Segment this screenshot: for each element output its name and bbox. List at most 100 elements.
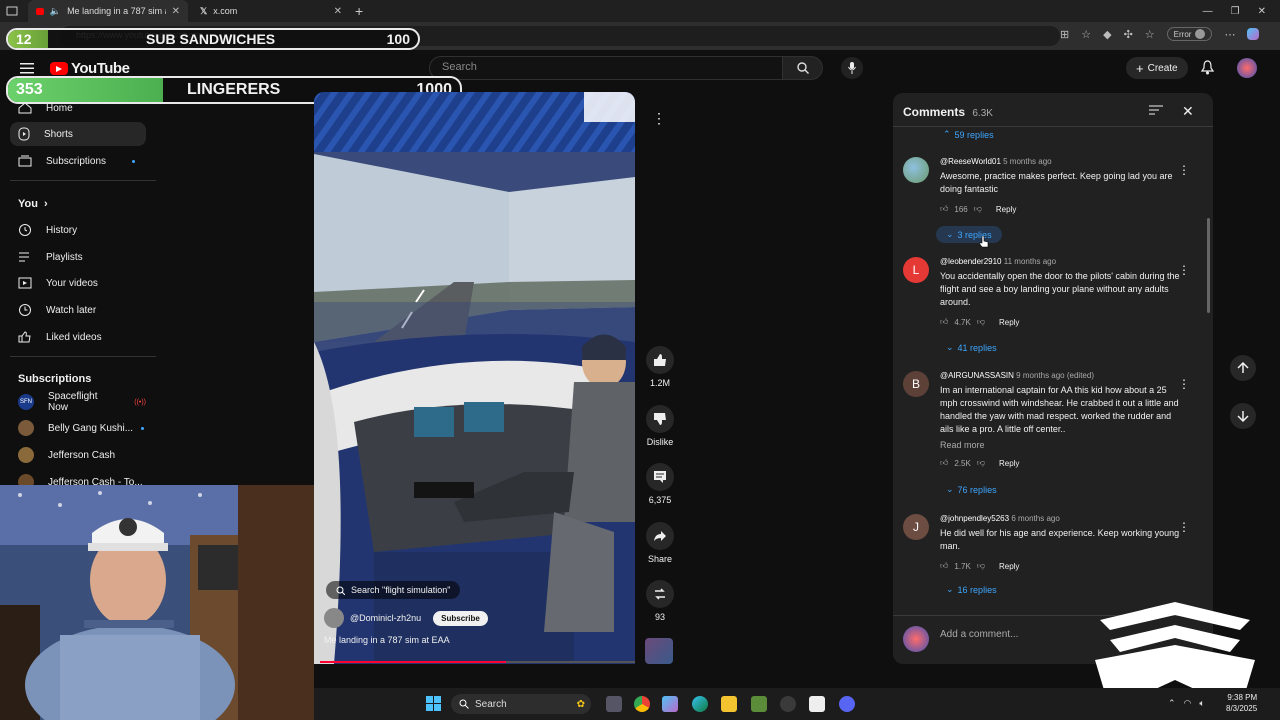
close-icon[interactable]: ✕ [1182,103,1194,120]
sidebar-item-your-videos[interactable]: Your videos [10,271,146,295]
chevron-up-icon[interactable]: ⌃ [1168,698,1176,709]
create-button[interactable]: + Create [1126,57,1188,79]
audio-icon[interactable]: 🔈 [50,6,61,17]
like-comment-icon[interactable]: 👍︎ [940,317,948,327]
sidebar-item-watch-later[interactable]: Watch later [10,298,146,322]
view-replies-button[interactable]: ⌄ 76 replies [946,484,997,495]
comment-menu-icon[interactable]: ⋮ [1178,377,1190,391]
sidebar-you-header[interactable]: You › [18,198,48,210]
add-comment-input[interactable]: Add a comment... [940,629,1018,640]
view-replies-button[interactable]: ⌄ 3 replies [936,226,1002,243]
comment-author[interactable]: @leobender2910 [940,257,1002,266]
comment-avatar[interactable]: L [903,257,929,283]
subscribe-button[interactable]: Subscribe [433,610,488,626]
reply-button[interactable]: Reply [999,562,1019,571]
search-suggestion-chip[interactable]: Search "flight simulation" [326,581,461,599]
wifi-icon[interactable]: ◠ [1184,698,1192,709]
reply-button[interactable]: Reply [996,205,1016,214]
maximize-icon[interactable]: ❐ [1231,6,1240,17]
favorites-icon[interactable]: ☆ [1145,28,1155,41]
tab-actions-icon[interactable] [6,5,18,17]
edge-icon[interactable] [692,696,708,712]
comment-menu-icon[interactable]: ⋮ [1178,263,1190,277]
menu-icon[interactable] [20,62,34,74]
view-replies-button[interactable]: ⌄ 41 replies [946,342,997,353]
app-available-icon[interactable]: ⊞ [1060,28,1069,41]
like-comment-icon[interactable]: 👍︎ [940,561,948,571]
search-input[interactable]: Search [429,56,783,80]
search-button[interactable] [783,56,823,80]
channel-avatar[interactable] [324,608,344,628]
view-replies-button[interactable]: ⌃ 59 replies [943,129,994,140]
remix-button[interactable] [646,580,674,608]
reply-button[interactable]: Reply [999,459,1019,468]
bell-icon[interactable] [1201,60,1214,75]
profile-error-button[interactable]: Error [1166,27,1213,41]
windows-start-icon[interactable] [426,696,441,711]
reply-button[interactable]: Reply [999,318,1019,327]
close-window-icon[interactable]: ✕ [1258,6,1266,17]
dislike-comment-icon[interactable]: 👎︎ [977,458,985,468]
sidebar-item-liked-videos[interactable]: Liked videos [10,325,146,349]
more-icon[interactable]: ⋯ [1224,28,1235,41]
read-more-link[interactable]: Read more [940,440,1185,450]
new-tab-icon[interactable]: + [355,3,363,19]
copilot-taskbar-icon[interactable] [662,696,678,712]
comment-author[interactable]: @johnpendley5263 [940,514,1009,523]
taskbar-clock[interactable]: 9:38 PM 8/3/2025 [1226,692,1257,714]
sidebar-item-shorts[interactable]: Shorts [10,122,146,146]
view-replies-button[interactable]: ⌄ 16 replies [946,584,997,595]
dislike-comment-icon[interactable]: 👎︎ [977,561,985,571]
sort-icon[interactable] [1149,105,1163,115]
comment-avatar[interactable] [903,157,929,183]
tab-youtube[interactable]: 🔈 Me landing in a 787 sim at EAA ✕ [28,0,188,22]
comment-avatar[interactable]: B [903,371,929,397]
extensions-icon[interactable]: ✣ [1124,28,1133,41]
tab-x[interactable]: 𝕏 x.com ✕ [192,0,350,22]
comment-avatar[interactable]: J [903,514,929,540]
youtube-logo[interactable]: YouTube [50,60,130,77]
comment-author[interactable]: @ReeseWorld01 [940,157,1001,166]
share-button[interactable] [646,522,674,550]
sidebar-item-home[interactable]: Home [10,96,146,120]
comment-menu-icon[interactable]: ⋮ [1178,163,1190,177]
like-comment-icon[interactable]: 👍︎ [940,204,948,214]
sidebar-sub-belly-gang[interactable]: Belly Gang Kushi... [10,416,146,440]
comments-scrollbar[interactable] [1207,218,1210,313]
sidebar-item-history[interactable]: History [10,218,146,242]
shorts-video-player[interactable] [314,92,635,664]
task-view-icon[interactable] [606,696,622,712]
sound-thumbnail[interactable] [645,638,673,664]
close-tab-icon[interactable]: ✕ [172,6,180,17]
obs-icon[interactable] [809,696,825,712]
like-comment-icon[interactable]: 👍︎ [940,458,948,468]
close-tab-icon[interactable]: ✕ [334,6,342,17]
extension-icon[interactable]: ◆ [1103,28,1111,41]
comment-author[interactable]: @AIRGUNASSASIN [940,371,1014,380]
volume-icon[interactable]: 🔈︎ [1199,698,1204,709]
copilot-icon[interactable] [1247,28,1260,40]
account-avatar[interactable] [1237,58,1257,78]
chrome-icon[interactable] [634,696,650,712]
dislike-button[interactable] [646,405,674,433]
dislike-comment-icon[interactable]: 👎︎ [977,317,985,327]
discord-icon[interactable] [839,696,855,712]
comments-button[interactable] [646,463,674,491]
sidebar-item-subscriptions[interactable]: Subscriptions [10,149,146,173]
taskbar-search[interactable]: Search ✿ [451,694,591,714]
dislike-comment-icon[interactable]: 👎︎ [974,204,982,214]
sidebar-item-playlists[interactable]: Playlists [10,245,146,269]
favorite-star-icon[interactable]: ☆ [1081,28,1091,41]
comment-menu-icon[interactable]: ⋮ [1178,520,1190,534]
voice-search-button[interactable] [841,57,863,79]
channel-name[interactable]: @Dominicl-zh2nu [350,613,421,623]
sidebar-sub-jefferson-cash[interactable]: Jefferson Cash [10,443,146,467]
next-video-button[interactable] [1230,403,1256,429]
previous-video-button[interactable] [1230,355,1256,381]
minecraft-icon[interactable] [751,696,767,712]
minimize-icon[interactable]: — [1203,6,1213,17]
like-button[interactable] [646,346,674,374]
sidebar-sub-spaceflight-now[interactable]: SFN Spaceflight Now ((•)) [10,390,146,414]
more-options-icon[interactable]: ⋮ [645,110,673,130]
app-icon[interactable] [780,696,796,712]
